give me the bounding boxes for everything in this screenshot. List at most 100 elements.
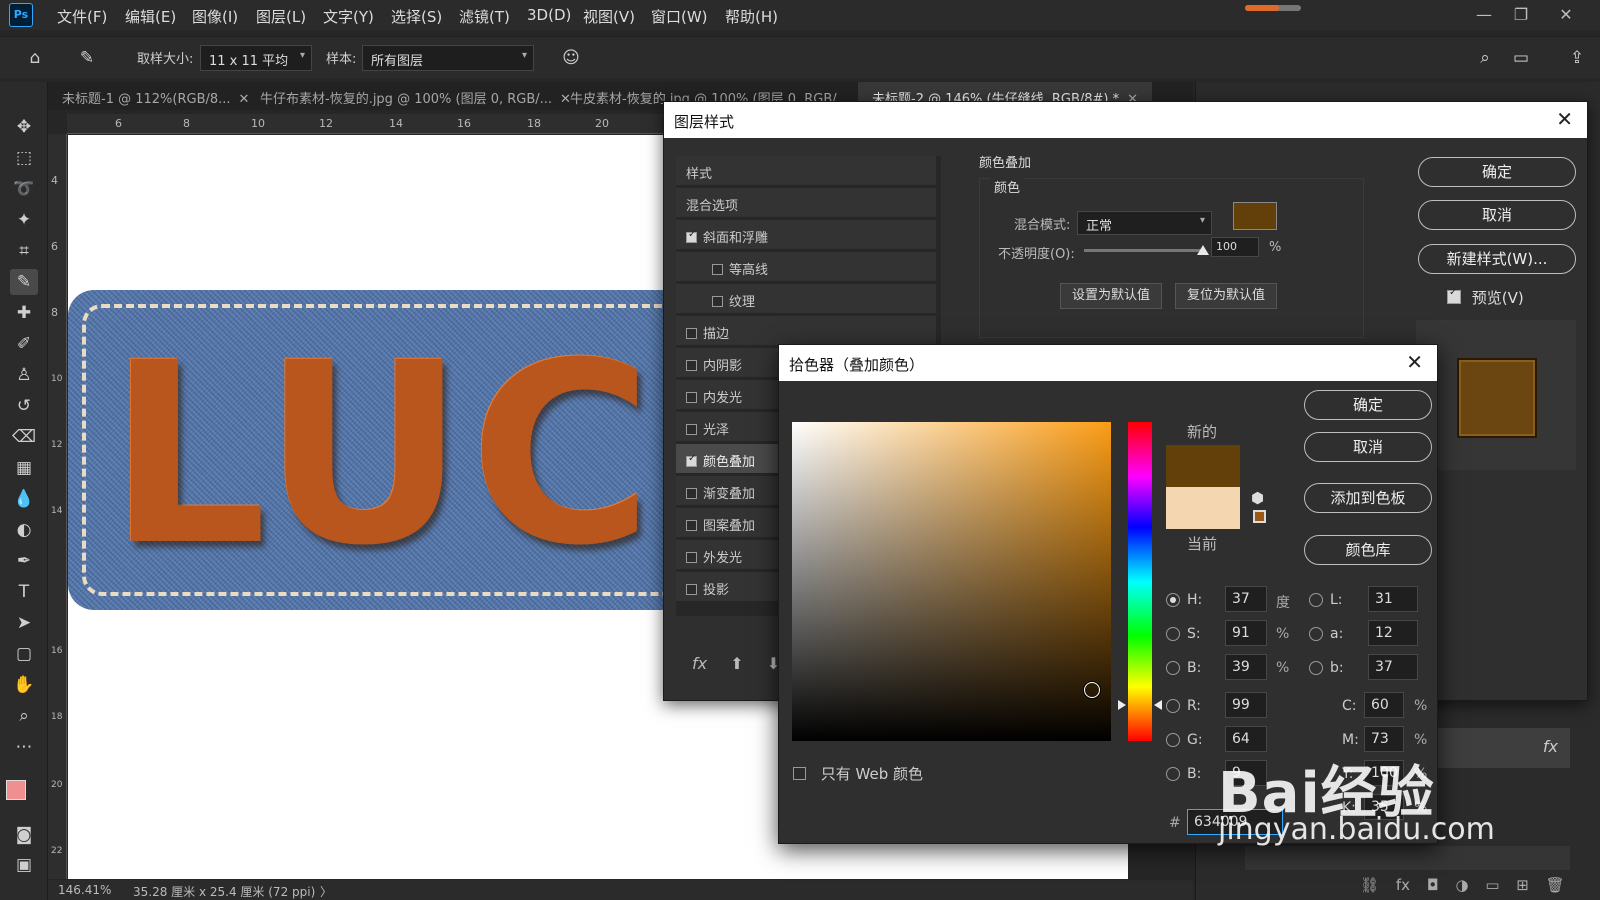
cancel-button[interactable]: 取消	[1304, 432, 1432, 462]
lasso-tool-icon[interactable]: ➰	[10, 176, 38, 202]
style-list-item[interactable]: 描边	[676, 316, 936, 346]
color-libraries-button[interactable]: 颜色库	[1304, 535, 1432, 565]
add-to-swatches-button[interactable]: 添加到色板	[1304, 483, 1432, 513]
adjustment-layer-icon[interactable]: ◑	[1455, 876, 1468, 894]
delete-layer-icon[interactable]: 🗑	[1546, 876, 1565, 894]
set-default-button[interactable]: 设置为默认值	[1060, 283, 1162, 309]
checkbox[interactable]	[686, 328, 697, 339]
status-menu-icon[interactable]: 〉	[320, 883, 332, 900]
radio-a[interactable]	[1309, 627, 1323, 641]
radio-red[interactable]	[1166, 699, 1180, 713]
checkbox[interactable]	[686, 552, 697, 563]
restore-icon[interactable]: ❐	[1503, 2, 1539, 28]
sample-size-select[interactable]: 11 x 11 平均 ▾	[200, 45, 312, 71]
blur-tool-icon[interactable]: 💧	[10, 486, 38, 512]
hue-slider-handle-left[interactable]	[1118, 700, 1126, 710]
workspace-icon[interactable]: ▭	[1508, 45, 1534, 71]
checkbox[interactable]	[686, 424, 697, 435]
radio-blue[interactable]	[1166, 767, 1180, 781]
fx-icon[interactable]: fx	[692, 654, 707, 673]
saturation-input[interactable]: 91	[1225, 620, 1267, 646]
menu-file[interactable]: 文件(F)	[57, 6, 107, 27]
magic-wand-tool-icon[interactable]: ✦	[10, 207, 38, 233]
hand-tool-icon[interactable]: ✋	[10, 672, 38, 698]
search-icon[interactable]: ⌕	[1472, 45, 1498, 71]
healing-brush-tool-icon[interactable]: ✚	[10, 300, 38, 326]
checkbox[interactable]	[686, 229, 697, 243]
hue-slider[interactable]	[1128, 422, 1152, 741]
menu-edit[interactable]: 编辑(E)	[125, 6, 176, 27]
gradient-tool-icon[interactable]: ▦	[10, 455, 38, 481]
history-brush-tool-icon[interactable]: ↺	[10, 393, 38, 419]
l-input[interactable]: 31	[1368, 586, 1418, 612]
new-group-icon[interactable]: ▭	[1485, 876, 1499, 894]
menu-layer[interactable]: 图层(L)	[256, 6, 306, 27]
path-select-tool-icon[interactable]: ➤	[10, 610, 38, 636]
checkbox[interactable]	[686, 584, 697, 595]
hue-input[interactable]: 37	[1225, 586, 1267, 612]
ok-button[interactable]: 确定	[1418, 157, 1576, 187]
eraser-tool-icon[interactable]: ⌫	[10, 424, 38, 450]
reset-default-button[interactable]: 复位为默认值	[1175, 283, 1277, 309]
out-of-gamut-cube-icon[interactable]: ⬢	[1251, 489, 1264, 507]
ok-button[interactable]: 确定	[1304, 390, 1432, 420]
brightness-input[interactable]: 39	[1225, 654, 1267, 680]
tab-document-1[interactable]: 未标题-1 @ 112%(RGB/8... ✕	[48, 82, 263, 110]
cancel-button[interactable]: 取消	[1418, 200, 1576, 230]
shape-tool-icon[interactable]: ▢	[10, 641, 38, 667]
checkbox[interactable]	[1447, 287, 1461, 304]
a-input[interactable]: 12	[1368, 620, 1418, 646]
style-list-item[interactable]: 纹理	[676, 284, 936, 314]
close-icon[interactable]: ✕	[1406, 350, 1423, 374]
hue-slider-handle-right[interactable]	[1154, 700, 1162, 710]
menu-window[interactable]: 窗口(W)	[651, 6, 708, 27]
radio-b[interactable]	[1309, 661, 1323, 675]
checkbox[interactable]	[686, 360, 697, 371]
b-input[interactable]: 37	[1368, 654, 1418, 680]
menu-select[interactable]: 选择(S)	[391, 6, 442, 27]
color-cursor[interactable]	[1084, 682, 1100, 698]
pen-tool-icon[interactable]: ✒	[10, 548, 38, 574]
overlay-color-swatch[interactable]	[1233, 202, 1277, 230]
dodge-tool-icon[interactable]: ◐	[10, 517, 38, 543]
checkbox[interactable]	[712, 296, 723, 307]
type-tool-icon[interactable]: T	[10, 579, 38, 605]
add-mask-icon[interactable]: ◘	[1427, 876, 1439, 894]
share-icon[interactable]: ⇪	[1564, 45, 1590, 71]
style-list-item[interactable]: 样式	[676, 156, 936, 186]
radio-hue[interactable]	[1166, 593, 1180, 607]
link-layers-icon[interactable]: ⛓	[1360, 876, 1379, 894]
checkbox[interactable]	[686, 392, 697, 403]
menu-help[interactable]: 帮助(H)	[725, 6, 778, 27]
cyan-input[interactable]: 60	[1364, 692, 1404, 718]
eyedropper-tool-icon[interactable]: ✎	[10, 269, 38, 295]
home-icon[interactable]: ⌂	[22, 45, 48, 71]
style-list-item[interactable]: 等高线	[676, 252, 936, 282]
more-tools-icon[interactable]: ⋯	[10, 734, 38, 760]
screen-mode-icon[interactable]: ▣	[10, 852, 38, 878]
opacity-input[interactable]: 100	[1211, 237, 1259, 257]
checkbox[interactable]	[686, 453, 697, 467]
menu-3d[interactable]: 3D(D)	[527, 6, 571, 24]
saturation-brightness-field[interactable]	[792, 422, 1111, 741]
checkbox[interactable]	[686, 520, 697, 531]
radio-l[interactable]	[1309, 593, 1323, 607]
new-layer-icon[interactable]: ⊞	[1516, 876, 1529, 894]
style-list-item[interactable]: 混合选项	[676, 188, 936, 218]
preview-checkbox[interactable]: 预览(V)	[1447, 287, 1524, 308]
eyedropper-preset-icon[interactable]: ✎	[74, 45, 100, 71]
blend-mode-select[interactable]: 正常 ▾	[1077, 211, 1212, 235]
radio-saturation[interactable]	[1166, 627, 1180, 641]
menu-type[interactable]: 文字(Y)	[323, 6, 374, 27]
checkbox[interactable]	[712, 264, 723, 275]
crop-tool-icon[interactable]: ⌗	[10, 238, 38, 264]
style-list-item[interactable]: 斜面和浮雕	[676, 220, 936, 250]
current-color-swatch[interactable]	[1166, 487, 1240, 529]
zoom-tool-icon[interactable]: ⌕	[10, 703, 38, 729]
close-window-icon[interactable]: ✕	[1548, 2, 1584, 28]
move-up-icon[interactable]: ⬆	[730, 654, 743, 673]
quick-mask-icon[interactable]: ◙	[10, 822, 38, 848]
menu-image[interactable]: 图像(I)	[192, 6, 238, 27]
add-style-icon[interactable]: fx	[1396, 876, 1410, 894]
marquee-tool-icon[interactable]: ⬚	[10, 145, 38, 171]
